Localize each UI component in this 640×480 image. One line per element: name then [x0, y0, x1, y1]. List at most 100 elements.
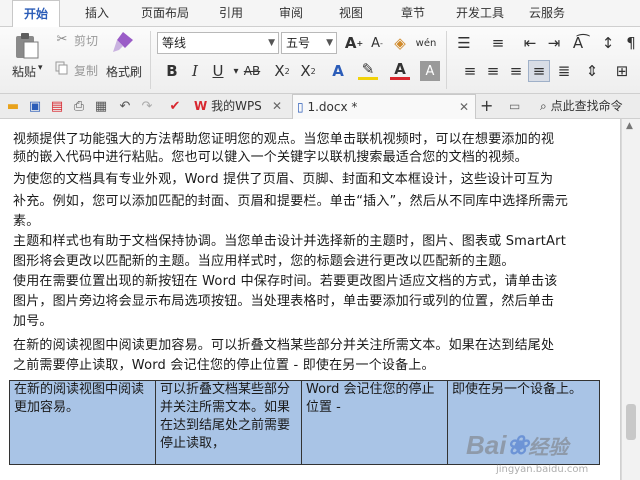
separator: [446, 31, 447, 89]
increase-indent-icon[interactable]: ⇥: [544, 33, 564, 53]
export-pdf-icon[interactable]: ▤: [48, 97, 66, 115]
find-command-label: 点此查找命令: [550, 99, 623, 113]
close-icon[interactable]: ✕: [459, 95, 469, 119]
doc-line: 频的嵌入代码中进行粘贴。您也可以键入一个关键字以联机搜索最适合您的文档的视频。: [13, 150, 528, 165]
restore-icon[interactable]: ▭: [509, 94, 527, 118]
tab-home[interactable]: 开始: [12, 0, 60, 28]
doc-line: 为使您的文档具有专业外观，Word 提供了页眉、页脚、封面和文本框设计，这些设计…: [13, 172, 554, 187]
tab-references[interactable]: 引用: [208, 0, 254, 26]
new-tab-button[interactable]: +: [480, 94, 496, 118]
bullet-list-icon[interactable]: ☰: [454, 33, 474, 53]
numbered-list-icon[interactable]: ≡: [488, 33, 508, 53]
tab-review[interactable]: 审阅: [268, 0, 314, 26]
document-page[interactable]: 视频提供了功能强大的方法帮助您证明您的观点。当您单击联机视频时，可以在想要添加的…: [0, 119, 621, 480]
scissors-icon[interactable]: ✂: [54, 31, 70, 47]
table-cell[interactable]: 在新的阅读视图中阅读更加容易。: [9, 380, 156, 465]
chevron-down-icon: ▼: [326, 38, 333, 48]
cut-label[interactable]: 剪切: [74, 32, 98, 49]
customize-icon[interactable]: ✔: [166, 97, 184, 115]
brush-icon: [113, 32, 133, 52]
open-folder-icon[interactable]: ▬: [4, 97, 22, 115]
search-icon: ⌕: [540, 99, 547, 113]
doc-line: 加号。: [13, 314, 53, 329]
separator: [150, 31, 151, 89]
tab-view[interactable]: 视图: [328, 0, 374, 26]
save-icon[interactable]: ▣: [26, 97, 44, 115]
subscript-icon[interactable]: X2: [298, 61, 318, 81]
tab-insert[interactable]: 插入: [74, 0, 120, 26]
tab-page-layout[interactable]: 页面布局: [136, 0, 194, 26]
text-effect-icon[interactable]: A: [328, 61, 348, 81]
menu-bar: 开始 插入 页面布局 引用 审阅 视图 章节 开发工具 云服务: [0, 0, 640, 28]
scroll-thumb[interactable]: [626, 404, 636, 440]
char-shading-icon[interactable]: A: [420, 61, 440, 81]
document-icon: ▯: [297, 100, 304, 114]
tab-my-wps[interactable]: W 我的WPS ✕: [190, 94, 286, 118]
bold-icon[interactable]: B: [162, 61, 182, 81]
font-color-icon[interactable]: A: [390, 60, 410, 80]
phonetic-guide-icon[interactable]: wén: [414, 33, 438, 53]
tab-developer[interactable]: 开发工具: [450, 0, 510, 26]
tab-chapter[interactable]: 章节: [390, 0, 436, 26]
strikethrough-icon[interactable]: AB: [240, 61, 264, 81]
doc-line: 在新的阅读视图中阅读更加容易。可以折叠文档某些部分并关注所需文本。如果在达到结尾…: [13, 338, 555, 353]
print-preview-icon[interactable]: ▦: [92, 97, 110, 115]
font-name-select[interactable]: 等线 ▼: [157, 32, 279, 54]
quick-access-bar: ▬ ▣ ▤ ⎙ ▦ ↶ ↷ ✔ W 我的WPS ✕ ▯ 1.docx * ✕ +…: [0, 94, 640, 120]
find-command-search[interactable]: ⌕ 点此查找命令: [540, 94, 640, 118]
show-marks-icon[interactable]: ¶: [621, 33, 640, 53]
doc-line: 素。: [13, 214, 40, 229]
copy-label[interactable]: 复制: [74, 62, 98, 79]
doc-line: 使用在需要位置出现的新按钮在 Word 中保存时间。若要更改图片适应文档的方式，…: [13, 274, 558, 289]
print-icon[interactable]: ⎙: [70, 97, 88, 115]
align-left-icon[interactable]: ≡: [460, 61, 480, 81]
align-right-icon[interactable]: ≡: [506, 61, 526, 81]
redo-icon[interactable]: ↷: [138, 97, 156, 115]
clipboard-icon: [16, 33, 39, 59]
undo-icon[interactable]: ↶: [116, 97, 134, 115]
font-name-value: 等线: [162, 36, 187, 50]
format-painter-button[interactable]: [110, 29, 136, 57]
superscript-icon[interactable]: X2: [272, 61, 292, 81]
table-row: 在新的阅读视图中阅读更加容易。 可以折叠文档某些部分并关注所需文本。如果在达到结…: [9, 380, 600, 465]
table-cell[interactable]: 即使在另一个设备上。: [447, 380, 600, 465]
paste-label: 粘贴: [12, 65, 37, 79]
format-painter-label: 格式刷: [106, 65, 143, 79]
doc-line: 主题和样式也有助于文档保持协调。当您单击设计并选择新的主题时，图片、图表或 Sm…: [13, 234, 566, 249]
document-table[interactable]: 在新的阅读视图中阅读更加容易。 可以折叠文档某些部分并关注所需文本。如果在达到结…: [9, 380, 600, 465]
paste-dropdown-icon[interactable]: ▾: [38, 63, 43, 73]
workspace: 视频提供了功能强大的方法帮助您证明您的观点。当您单击联机视频时，可以在想要添加的…: [0, 119, 640, 480]
grow-font-icon[interactable]: A +: [344, 33, 364, 53]
chevron-down-icon: ▼: [268, 38, 275, 48]
sort-icon[interactable]: ↕: [598, 33, 618, 53]
decrease-indent-icon[interactable]: ⇤: [520, 33, 540, 53]
wps-tab-label: 我的WPS: [211, 99, 262, 113]
paste-button[interactable]: [12, 31, 42, 61]
close-icon[interactable]: ✕: [272, 94, 282, 118]
vertical-scrollbar[interactable]: ▲: [621, 119, 640, 480]
font-size-select[interactable]: 五号 ▼: [281, 32, 337, 54]
doc-line: 视频提供了功能强大的方法帮助您证明您的观点。当您单击联机视频时，可以在想要添加的…: [13, 132, 555, 147]
doc-line: 之前需要停止读取，Word 会记住您的停止位置 - 即使在另一个设备上。: [13, 358, 435, 373]
highlighter-icon[interactable]: ✎: [358, 60, 378, 80]
clear-format-icon[interactable]: ◈: [390, 33, 410, 53]
distribute-icon[interactable]: ≣: [554, 61, 574, 81]
font-size-value: 五号: [286, 36, 311, 50]
table-cell[interactable]: Word 会记住您的停止位置 -: [301, 380, 448, 465]
shrink-font-icon[interactable]: A-: [367, 33, 387, 53]
borders-icon[interactable]: ⊞: [612, 61, 632, 81]
doc-line: 补充。例如，您可以添加匹配的封面、页眉和提要栏。单击“插入”，然后从不同库中选择…: [13, 194, 569, 209]
tab-cloud[interactable]: 云服务: [522, 0, 572, 26]
italic-icon[interactable]: I: [185, 61, 205, 81]
copy-icon[interactable]: [54, 60, 70, 76]
text-direction-icon[interactable]: A͡: [568, 33, 588, 53]
line-spacing-icon[interactable]: ⇕: [582, 61, 602, 81]
table-cell[interactable]: 可以折叠文档某些部分并关注所需文本。如果在达到结尾处之前需要停止读取，: [155, 380, 302, 465]
tab-document[interactable]: ▯ 1.docx * ✕: [292, 94, 476, 120]
underline-icon[interactable]: U: [208, 61, 228, 81]
scroll-up-icon[interactable]: ▲: [626, 121, 633, 131]
align-center-icon[interactable]: ≡: [483, 61, 503, 81]
justify-icon[interactable]: ≡: [528, 60, 550, 82]
doc-tab-label: 1.docx *: [307, 100, 358, 114]
wps-logo-icon: W: [194, 99, 208, 113]
